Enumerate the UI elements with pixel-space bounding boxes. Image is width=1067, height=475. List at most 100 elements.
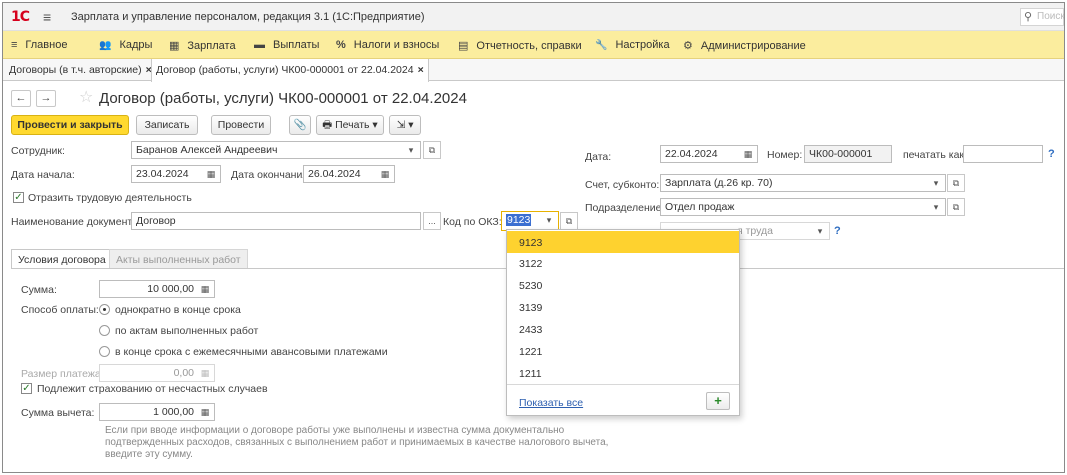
add-button[interactable]: + <box>706 392 730 410</box>
window-tab-contracts[interactable]: Договоры (в т.ч. авторские) × <box>5 59 156 81</box>
attach-icon[interactable]: 📎 <box>289 115 311 135</box>
start-date-value: 23.04.2024 <box>136 168 189 180</box>
sum-value: 10 000,00 <box>147 283 194 295</box>
tab-contract-conditions[interactable]: Условия договора <box>11 249 113 269</box>
account-field[interactable]: Зарплата (д.26 кр. 70) ▾ <box>660 174 946 192</box>
employee-field[interactable]: Баранов Алексей Андреевич ▾ <box>131 141 421 159</box>
labor-activity-checkbox[interactable]: ✓ <box>13 192 24 203</box>
percent-icon: % <box>336 39 346 51</box>
help-icon[interactable]: ? <box>834 225 841 237</box>
department-value: Отдел продаж <box>665 201 735 213</box>
section-main[interactable]: ≡ Главное <box>11 39 67 51</box>
print-button[interactable]: 🖶 Печать ▾ <box>316 115 384 135</box>
section-hr[interactable]: 👥 Кадры <box>99 39 152 51</box>
section-label: Налоги и взносы <box>353 39 440 51</box>
dropdown-item[interactable]: 2433 <box>507 318 739 340</box>
post-and-close-button[interactable]: Провести и закрыть <box>11 115 129 135</box>
okz-label: Код по ОКЗ: <box>443 216 502 228</box>
report-icon: ▤ <box>458 40 469 52</box>
section-reports[interactable]: ▤ Отчетность, справки <box>458 39 582 52</box>
payment-radio-advance[interactable] <box>99 346 110 357</box>
dropdown-item[interactable]: 1211 <box>507 362 739 384</box>
chevron-down-icon[interactable]: ▾ <box>929 176 943 190</box>
wallet-icon: ▬ <box>254 39 265 51</box>
section-admin[interactable]: ⚙ Администрирование <box>683 39 806 52</box>
dropdown-item[interactable]: 5230 <box>507 274 739 296</box>
open-icon[interactable]: ⧉ <box>423 141 441 159</box>
calendar-icon[interactable]: ▦ <box>378 167 392 181</box>
section-settings[interactable]: 🔧 Настройка <box>595 39 670 51</box>
account-value: Зарплата (д.26 кр. 70) <box>665 177 773 189</box>
ellipsis-icon[interactable]: ... <box>423 212 441 230</box>
calculator-icon[interactable]: ▦ <box>198 282 212 296</box>
chevron-down-icon[interactable]: ▾ <box>813 224 827 238</box>
chevron-down-icon[interactable]: ▾ <box>929 200 943 214</box>
wrench-icon: 🔧 <box>595 40 608 51</box>
payment-radio-acts[interactable] <box>99 325 110 336</box>
dropdown-item[interactable]: 9123 <box>507 231 739 253</box>
app-window: 1С ≡ Зарплата и управление персоналом, р… <box>2 2 1065 473</box>
department-field[interactable]: Отдел продаж ▾ <box>660 198 946 216</box>
deduction-field[interactable]: 1 000,00 ▦ <box>99 403 215 421</box>
payment-option-label: по актам выполненных работ <box>115 325 259 337</box>
favorite-star-icon[interactable]: ☆ <box>79 87 93 107</box>
gear-icon: ⚙ <box>683 40 693 52</box>
date-field[interactable]: 22.04.2024 ▦ <box>660 145 758 163</box>
start-date-field[interactable]: 23.04.2024 ▦ <box>131 165 221 183</box>
open-icon[interactable]: ⧉ <box>947 198 965 216</box>
date-value: 22.04.2024 <box>665 148 718 160</box>
payment-option-label: однократно в конце срока <box>115 304 241 316</box>
main-menu-icon[interactable]: ≡ <box>43 9 51 25</box>
search-placeholder: Поиск <box>1037 11 1065 22</box>
users-icon: 👥 <box>99 40 112 51</box>
end-date-field[interactable]: 26.04.2024 ▦ <box>303 165 395 183</box>
window-tab-label: Договоры (в т.ч. авторские) <box>9 64 142 76</box>
employee-label: Сотрудник: <box>11 145 65 157</box>
forward-button[interactable]: → <box>36 90 56 107</box>
okz-value: 9123 <box>506 214 532 226</box>
payment-radio-once[interactable] <box>99 304 110 315</box>
calculator-icon: ▦ <box>169 40 180 52</box>
section-payments[interactable]: ▬ Выплаты <box>254 39 319 51</box>
dropdown-item[interactable]: 3122 <box>507 252 739 274</box>
number-value: ЧК00-000001 <box>809 148 873 160</box>
calculator-icon: ▦ <box>200 368 210 378</box>
search-input[interactable]: ⚲ Поиск <box>1020 8 1064 26</box>
menu-icon: ≡ <box>11 39 18 51</box>
window-tab-contract-doc[interactable]: Договор (работы, услуги) ЧК00-000001 от … <box>151 59 429 82</box>
deduction-value: 1 000,00 <box>153 406 194 418</box>
window-tabs: Договоры (в т.ч. авторские) × Договор (ра… <box>3 59 1064 82</box>
tab-work-acts[interactable]: Акты выполненных работ <box>109 249 248 269</box>
app-logo: 1С <box>11 9 30 25</box>
calendar-icon[interactable]: ▦ <box>204 167 218 181</box>
sum-label: Сумма: <box>21 284 57 296</box>
chevron-down-icon[interactable]: ▾ <box>542 213 556 227</box>
start-date-label: Дата начала: <box>11 169 75 181</box>
show-all-link[interactable]: Показать все <box>519 397 583 409</box>
print-as-field[interactable] <box>963 145 1043 163</box>
sum-field[interactable]: 10 000,00 ▦ <box>99 280 215 298</box>
calendar-icon[interactable]: ▦ <box>741 147 755 161</box>
back-button[interactable]: ← <box>11 90 31 107</box>
document-name-field[interactable]: Договор <box>131 212 421 230</box>
help-icon[interactable]: ? <box>1048 148 1055 160</box>
close-icon[interactable]: × <box>418 64 424 76</box>
open-icon[interactable]: ⧉ <box>947 174 965 192</box>
sections-panel: ≡ Главное 👥 Кадры ▦ Зарплата ▬ Выплаты % Нало… <box>3 31 1064 59</box>
section-salary[interactable]: ▦ Зарплата <box>169 39 236 52</box>
dropdown-item[interactable]: 3139 <box>507 296 739 318</box>
calculator-icon[interactable]: ▦ <box>198 405 212 419</box>
dropdown-item[interactable]: 1221 <box>507 340 739 362</box>
title-bar: 1С ≡ Зарплата и управление персоналом, р… <box>3 3 1064 31</box>
app-title: Зарплата и управление персоналом, редакц… <box>71 11 425 23</box>
window-tab-label: Договор (работы, услуги) ЧК00-000001 от … <box>156 64 414 76</box>
insurance-checkbox[interactable]: ✓ <box>21 383 32 394</box>
open-icon[interactable]: ⧉ <box>560 212 578 230</box>
post-button[interactable]: Провести <box>211 115 271 135</box>
section-taxes[interactable]: % Налоги и взносы <box>336 39 439 51</box>
date-label: Дата: <box>585 151 612 163</box>
more-actions-button[interactable]: ⇲ ▾ <box>389 115 421 135</box>
chevron-down-icon[interactable]: ▾ <box>404 143 418 157</box>
okz-field[interactable]: 9123 ▾ <box>501 211 559 231</box>
save-button[interactable]: Записать <box>136 115 198 135</box>
